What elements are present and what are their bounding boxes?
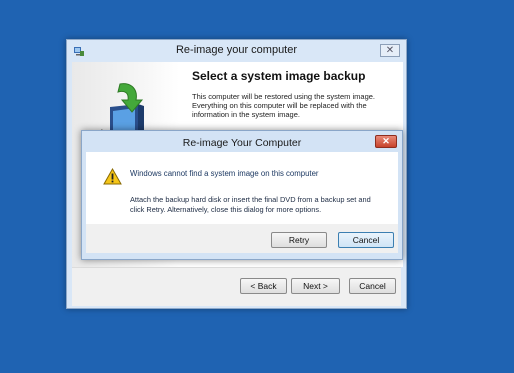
next-button[interactable]: Next > bbox=[291, 278, 340, 294]
error-dialog: Re-image Your Computer ✕ Windows cannot … bbox=[81, 130, 403, 260]
dialog-message: Windows cannot find a system image on th… bbox=[130, 169, 319, 178]
wizard-close-button[interactable]: ✕ bbox=[380, 44, 400, 57]
wizard-footer: < Back Next > Cancel bbox=[72, 267, 401, 306]
close-icon: ✕ bbox=[385, 45, 395, 56]
dialog-cancel-button[interactable]: Cancel bbox=[338, 232, 394, 248]
back-button[interactable]: < Back bbox=[240, 278, 287, 294]
dialog-footer: Retry Cancel bbox=[86, 224, 398, 253]
close-icon: ✕ bbox=[382, 136, 390, 146]
wizard-cancel-button[interactable]: Cancel bbox=[349, 278, 396, 294]
wizard-heading: Select a system image backup bbox=[192, 69, 366, 83]
retry-button[interactable]: Retry bbox=[271, 232, 327, 248]
dialog-close-button[interactable]: ✕ bbox=[375, 135, 397, 148]
dialog-detail: Attach the backup hard disk or insert th… bbox=[130, 195, 371, 214]
wizard-titlebar[interactable]: Re-image your computer ✕ bbox=[67, 40, 406, 62]
dialog-body: Windows cannot find a system image on th… bbox=[86, 152, 398, 253]
wizard-description: This computer will be restored using the… bbox=[192, 92, 375, 119]
wizard-title: Re-image your computer bbox=[175, 44, 298, 56]
dialog-title: Re-image Your Computer bbox=[182, 137, 302, 149]
warning-icon bbox=[103, 168, 122, 185]
